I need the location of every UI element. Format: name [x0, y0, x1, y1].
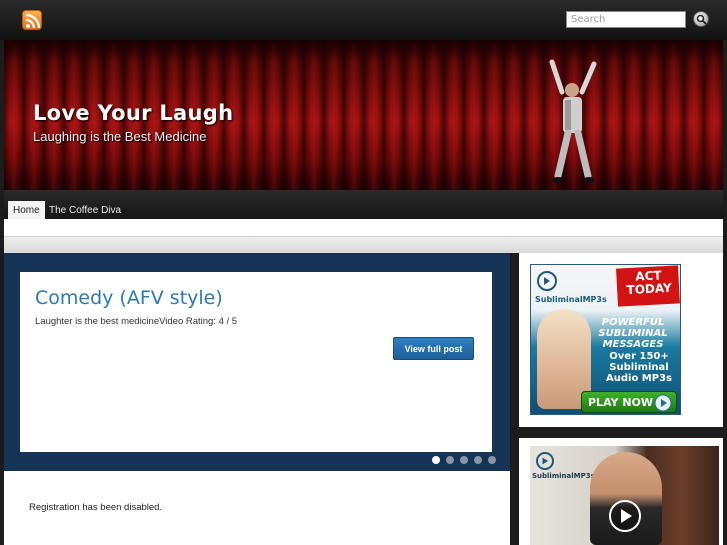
- registration-notice: Registration has been disabled.: [29, 502, 163, 513]
- slider-dot-2[interactable]: [446, 456, 454, 464]
- site-tagline: Laughing is the Best Medicine: [33, 129, 207, 144]
- slider-dot-5[interactable]: [488, 456, 496, 464]
- search-button[interactable]: [693, 11, 709, 27]
- rss-icon[interactable]: [22, 10, 42, 30]
- play-icon[interactable]: [608, 499, 642, 533]
- slider-pagination: [432, 456, 496, 464]
- search-input[interactable]: [566, 11, 686, 28]
- performer-image: [549, 59, 597, 183]
- act-today-badge: ACT TODAY: [616, 265, 680, 307]
- play-now-button: PLAY NOW: [581, 391, 677, 413]
- header-banner: Love Your Laugh Laughing is the Best Med…: [4, 40, 723, 190]
- main-nav: Home The Coffee Diva: [4, 190, 723, 219]
- play-icon: [654, 394, 672, 412]
- ad-brand: SubliminalMP3s: [535, 295, 607, 304]
- subliminal-logo-icon: [537, 271, 557, 291]
- subliminal-video-ad[interactable]: SubliminalMP3s: [530, 446, 719, 545]
- ad-headline: POWERFUL SUBLIMINAL MESSAGES: [598, 317, 668, 350]
- subliminal-logo-icon: [536, 452, 554, 470]
- nav-item-home[interactable]: Home: [8, 201, 45, 219]
- nav-item-the-coffee-diva[interactable]: The Coffee Diva: [44, 201, 126, 219]
- post-excerpt: Laughter is the best medicineVideo Ratin…: [35, 316, 238, 327]
- view-full-post-button[interactable]: View full post: [393, 337, 474, 360]
- sub-nav-bar: [4, 236, 723, 253]
- search-icon: [696, 14, 707, 25]
- ad-brand: SubliminalMP3s: [532, 472, 595, 480]
- slider-dot-4[interactable]: [474, 456, 482, 464]
- ad-subline: Over 150+ Subliminal Audio MP3s: [606, 351, 672, 384]
- post-title[interactable]: Comedy (AFV style): [35, 287, 223, 309]
- slider-dot-1[interactable]: [432, 456, 440, 464]
- subliminal-ad-banner[interactable]: SubliminalMP3s ACT TODAY POWERFUL SUBLIM…: [530, 264, 681, 415]
- slider-dot-3[interactable]: [460, 456, 468, 464]
- site-title[interactable]: Love Your Laugh: [33, 101, 233, 125]
